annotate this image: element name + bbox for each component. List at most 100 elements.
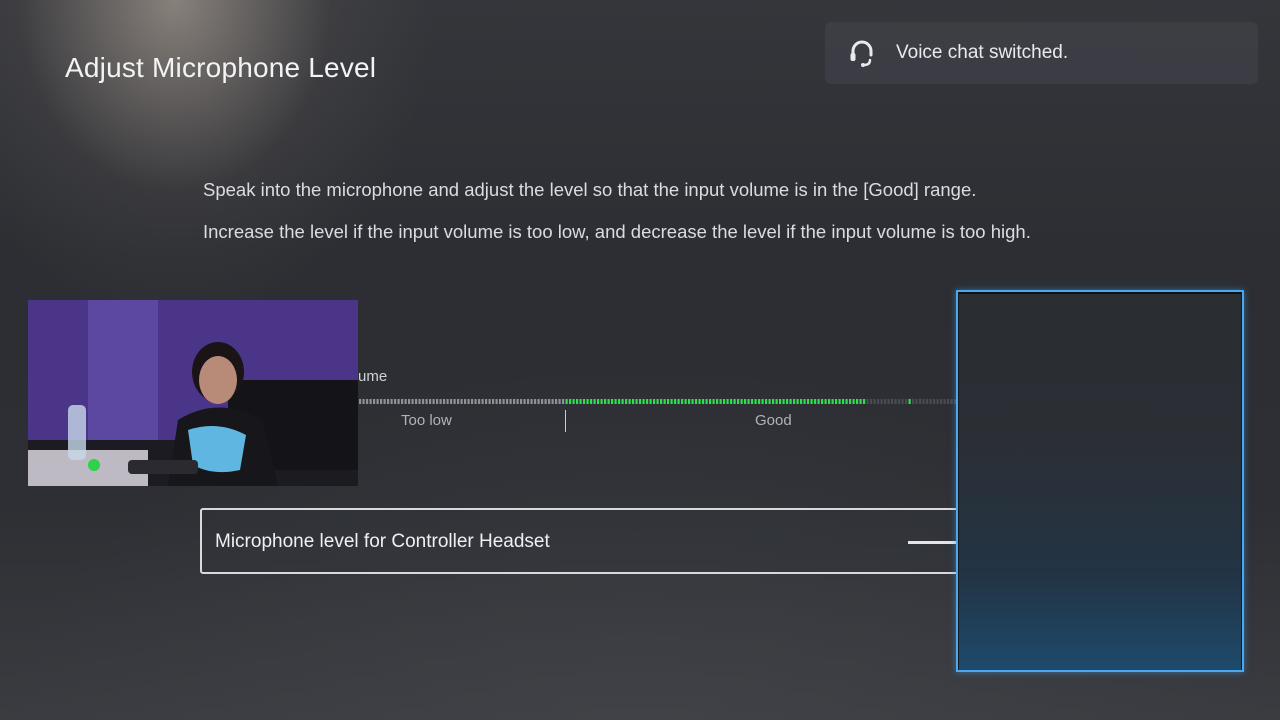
meter-segment [901,399,904,404]
meter-segment [576,399,579,404]
meter-segment [775,399,778,404]
meter-segment [474,399,477,404]
zone-good-label: Good [755,412,792,429]
meter-segment [933,399,936,404]
meter-segment [432,399,435,404]
meter-segment [919,399,922,404]
meter-segment [793,399,796,404]
voice-chat-toast: Voice chat switched. [825,22,1258,84]
microphone-level-row[interactable]: Microphone level for Controller Headset [200,508,1028,574]
meter-segment [719,399,722,404]
meter-segment [681,399,684,404]
meter-segment [894,399,897,404]
meter-segment [464,399,467,404]
meter-segment [429,399,432,404]
meter-segment [936,399,939,404]
webcam-overlay [28,300,358,486]
headset-icon [847,38,877,68]
meter-segment [656,399,659,404]
meter-segment [663,399,666,404]
meter-segment [555,399,558,404]
meter-segment [562,399,565,404]
meter-segment [828,399,831,404]
meter-segment [621,399,624,404]
meter-segment [842,399,845,404]
meter-segment [677,399,680,404]
meter-segment [632,399,635,404]
meter-segment [807,399,810,404]
meter-segment [628,399,631,404]
meter-segment [768,399,771,404]
meter-segment [821,399,824,404]
meter-segment [765,399,768,404]
meter-segment [513,399,516,404]
meter-segment [754,399,757,404]
meter-segment [674,399,677,404]
meter-segment [887,399,890,404]
meter-segment [527,399,530,404]
meter-segment [593,399,596,404]
meter-segment [779,399,782,404]
meter-segment [796,399,799,404]
meter-segment [415,399,418,404]
meter-segment [891,399,894,404]
meter-segment [660,399,663,404]
meter-segment [639,399,642,404]
meter-segment [383,399,386,404]
meter-segment [684,399,687,404]
meter-segment [929,399,932,404]
meter-segment [747,399,750,404]
meter-segment [845,399,848,404]
meter-segment [782,399,785,404]
meter-segment [586,399,589,404]
meter-segment [551,399,554,404]
meter-segment [611,399,614,404]
focus-panel [956,290,1244,672]
instruction-text-2: Increase the level if the input volume i… [203,221,1031,242]
input-volume-meter [359,399,956,404]
meter-segment [859,399,862,404]
meter-segment [387,399,390,404]
meter-segment [740,399,743,404]
meter-segment [534,399,537,404]
meter-segment [786,399,789,404]
meter-segment [397,399,400,404]
meter-segment [600,399,603,404]
meter-segment [723,399,726,404]
meter-segment [737,399,740,404]
meter-segment [366,399,369,404]
meter-segment [530,399,533,404]
meter-segment [852,399,855,404]
meter-segment [422,399,425,404]
meter-segment [607,399,610,404]
meter-segment [625,399,628,404]
meter-segment [520,399,523,404]
meter-segment [523,399,526,404]
meter-segment [569,399,572,404]
meter-segment [590,399,593,404]
page-title: Adjust Microphone Level [65,52,377,83]
meter-segment [943,399,946,404]
meter-segment [751,399,754,404]
meter-segment [457,399,460,404]
meter-segment [712,399,715,404]
meter-segment [670,399,673,404]
meter-segment [691,399,694,404]
meter-segment [572,399,575,404]
meter-segment [373,399,376,404]
meter-segment [499,399,502,404]
meter-segment [705,399,708,404]
meter-segment [614,399,617,404]
meter-segment [516,399,519,404]
meter-segment [915,399,918,404]
meter-segment [604,399,607,404]
meter-segment [803,399,806,404]
meter-segment [565,399,568,404]
meter-segment [758,399,761,404]
meter-segment [905,399,908,404]
meter-segment [772,399,775,404]
meter-segment [485,399,488,404]
meter-segment [870,399,873,404]
meter-segment [635,399,638,404]
meter-segment [558,399,561,404]
